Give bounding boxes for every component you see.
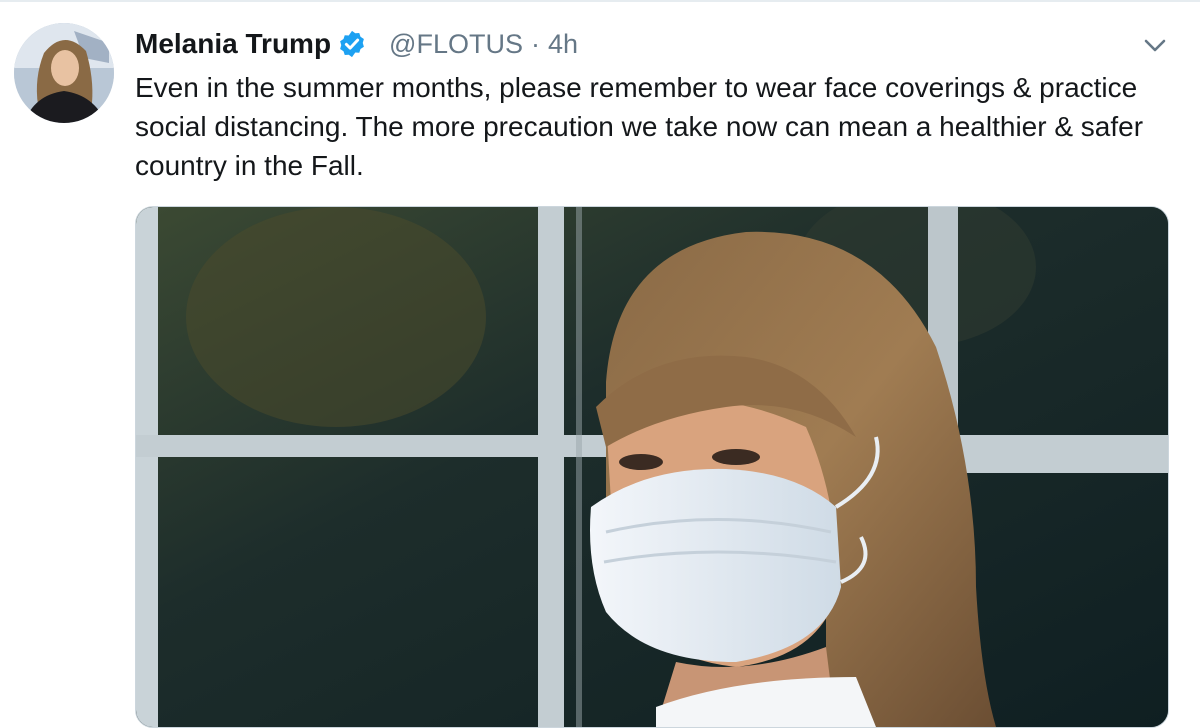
- verified-badge-icon: [340, 30, 364, 58]
- tweet-photo[interactable]: [135, 206, 1169, 728]
- tweet-timestamp[interactable]: 4h: [548, 29, 578, 60]
- avatar[interactable]: [14, 23, 114, 123]
- author-handle[interactable]: @FLOTUS: [389, 29, 523, 60]
- separator-dot: ·: [530, 28, 540, 59]
- tweet-top-divider: [0, 0, 1200, 2]
- tweet-text: Even in the summer months, please rememb…: [135, 72, 1144, 181]
- tweet-header: Melania Trump @FLOTUS · 4h: [135, 22, 578, 66]
- chevron-down-icon[interactable]: [1140, 30, 1170, 60]
- author-name[interactable]: Melania Trump: [135, 28, 331, 60]
